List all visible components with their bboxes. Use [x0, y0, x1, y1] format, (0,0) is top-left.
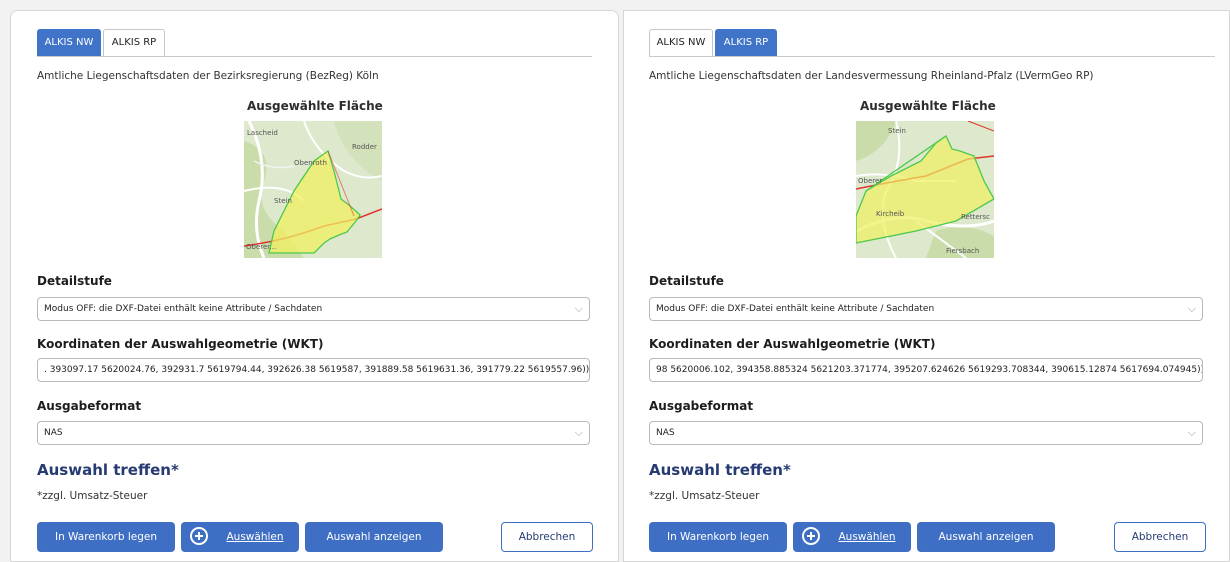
cancel-button[interactable]: Abbrechen: [1114, 522, 1206, 552]
source-description: Amtliche Liegenschaftsdaten der Landesve…: [649, 70, 1094, 82]
select-button-label: Auswählen: [226, 531, 284, 543]
tab-bar: ALKIS NW ALKIS RP: [37, 29, 592, 57]
map-place-label: Lascheid: [247, 129, 278, 137]
cancel-button[interactable]: Abbrechen: [501, 522, 593, 552]
vat-note: *zzgl. Umsatz-Steuer: [37, 490, 148, 502]
select-button-label: Auswählen: [838, 531, 896, 543]
source-description: Amtliche Liegenschaftsdaten der Bezirksr…: [37, 70, 379, 82]
wkt-label: Koordinaten der Auswahlgeometrie (WKT): [37, 337, 324, 351]
output-format-value: NAS: [44, 428, 63, 438]
map-place-label: Rettersc: [961, 213, 991, 221]
vat-note: *zzgl. Umsatz-Steuer: [649, 490, 760, 502]
output-format-label: Ausgabeformat: [37, 399, 142, 413]
add-to-cart-button[interactable]: In Warenkorb legen: [649, 522, 787, 552]
wkt-label: Koordinaten der Auswahlgeometrie (WKT): [649, 337, 936, 351]
output-format-select[interactable]: NAS ⌵: [649, 421, 1203, 445]
choose-heading: Auswahl treffen*: [37, 461, 179, 479]
detail-level-value: Modus OFF: die DXF-Datei enthält keine A…: [656, 304, 935, 314]
detail-level-value: Modus OFF: die DXF-Datei enthält keine A…: [44, 304, 323, 314]
plus-circle-icon: [190, 527, 208, 545]
add-to-cart-button[interactable]: In Warenkorb legen: [37, 522, 175, 552]
detail-level-select[interactable]: Modus OFF: die DXF-Datei enthält keine A…: [37, 297, 590, 321]
map-svg: [856, 121, 994, 258]
output-format-value: NAS: [656, 428, 675, 438]
map-title: Ausgewählte Fläche: [860, 99, 996, 113]
show-selection-button[interactable]: Auswahl anzeigen: [305, 522, 443, 552]
tab-alkis-rp[interactable]: ALKIS RP: [715, 29, 777, 56]
select-button[interactable]: Auswählen: [793, 522, 911, 552]
chevron-down-icon: ⌵: [574, 302, 583, 315]
detail-level-label: Detailstufe: [649, 274, 724, 288]
chevron-down-icon: ⌵: [1187, 302, 1196, 315]
selection-map[interactable]: Lascheid Rodder Obenroth Stein Oberer...: [244, 121, 382, 258]
alkis-rp-panel: ALKIS NW ALKIS RP Amtliche Liegenschafts…: [623, 10, 1230, 562]
map-svg: [244, 121, 382, 258]
map-place-label: Rodder: [352, 143, 377, 151]
map-place-label: Obenroth: [294, 159, 327, 167]
detail-level-label: Detailstufe: [37, 274, 112, 288]
map-place-label: Stein: [888, 127, 906, 135]
plus-circle-icon: [802, 527, 820, 545]
map-title: Ausgewählte Fläche: [247, 99, 383, 113]
chevron-down-icon: ⌵: [1187, 426, 1196, 439]
wkt-input[interactable]: . 393097.17 5620024.76, 392931.7 5619794…: [37, 358, 590, 382]
map-place-label: Kircheib: [876, 210, 905, 218]
tab-bar: ALKIS NW ALKIS RP: [649, 29, 1215, 57]
output-format-select[interactable]: NAS ⌵: [37, 421, 590, 445]
tab-alkis-nw[interactable]: ALKIS NW: [649, 29, 713, 56]
map-place-label: Oberer: [858, 177, 883, 185]
select-button[interactable]: Auswählen: [181, 522, 299, 552]
chevron-down-icon: ⌵: [574, 426, 583, 439]
alkis-nw-panel: ALKIS NW ALKIS RP Amtliche Liegenschafts…: [10, 10, 619, 562]
selection-map[interactable]: Stein Oberer Kircheib Rettersc Fiersbach: [856, 121, 994, 258]
detail-level-select[interactable]: Modus OFF: die DXF-Datei enthält keine A…: [649, 297, 1203, 321]
wkt-input[interactable]: 98 5620006.102, 394358.885324 5621203.37…: [649, 358, 1203, 382]
tab-alkis-rp[interactable]: ALKIS RP: [103, 29, 165, 56]
output-format-label: Ausgabeformat: [649, 399, 754, 413]
map-place-label: Fiersbach: [946, 247, 980, 255]
choose-heading: Auswahl treffen*: [649, 461, 791, 479]
map-place-label: Oberer...: [246, 243, 277, 251]
tab-alkis-nw[interactable]: ALKIS NW: [37, 29, 101, 56]
map-place-label: Stein: [274, 197, 292, 205]
show-selection-button[interactable]: Auswahl anzeigen: [917, 522, 1055, 552]
